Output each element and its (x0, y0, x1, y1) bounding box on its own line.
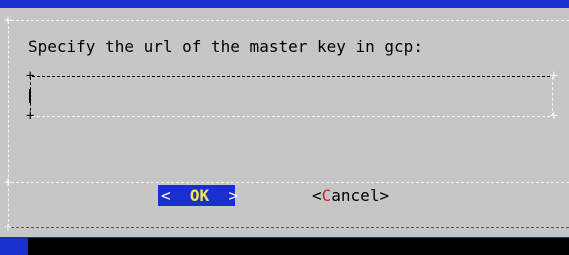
ok-bracket-left: < (161, 186, 171, 205)
input-corner-top-right: + (549, 68, 558, 84)
cancel-button[interactable]: <Cancel> (312, 185, 389, 206)
frame-corner-bottom-left: + (4, 220, 12, 235)
cancel-label: ancel (331, 186, 380, 205)
input-corner-bottom-left: + (26, 108, 35, 124)
input-border-bottom (32, 116, 550, 117)
frame-corner-mid-left: + (4, 175, 12, 190)
dialog-frame-top (6, 20, 569, 21)
dialog-frame-bottom (6, 227, 569, 228)
input-corner-bottom-right: + (549, 108, 558, 124)
cancel-bracket-left: < (312, 186, 322, 205)
input-corner-top-left: + (26, 68, 35, 84)
master-key-url-input[interactable]: + + + + (26, 68, 558, 124)
frame-corner-top-left: + (4, 13, 12, 28)
dialog-shadow (28, 238, 569, 255)
input-border-top (32, 76, 550, 77)
cancel-bracket-right: > (379, 186, 390, 205)
dialog-button-separator (6, 182, 569, 183)
text-cursor (29, 89, 31, 103)
dialog-frame-left (8, 21, 9, 182)
input-dialog: + + + Specify the url of the master key … (0, 8, 569, 237)
cancel-hotkey: C (321, 186, 332, 205)
terminal-screen: + + + Specify the url of the master key … (0, 0, 569, 255)
dialog-prompt: Specify the url of the master key in gcp… (28, 37, 423, 56)
ok-bracket-right: > (228, 186, 239, 205)
ok-button[interactable]: < OK > (158, 185, 239, 206)
ok-label: OK (189, 186, 210, 205)
